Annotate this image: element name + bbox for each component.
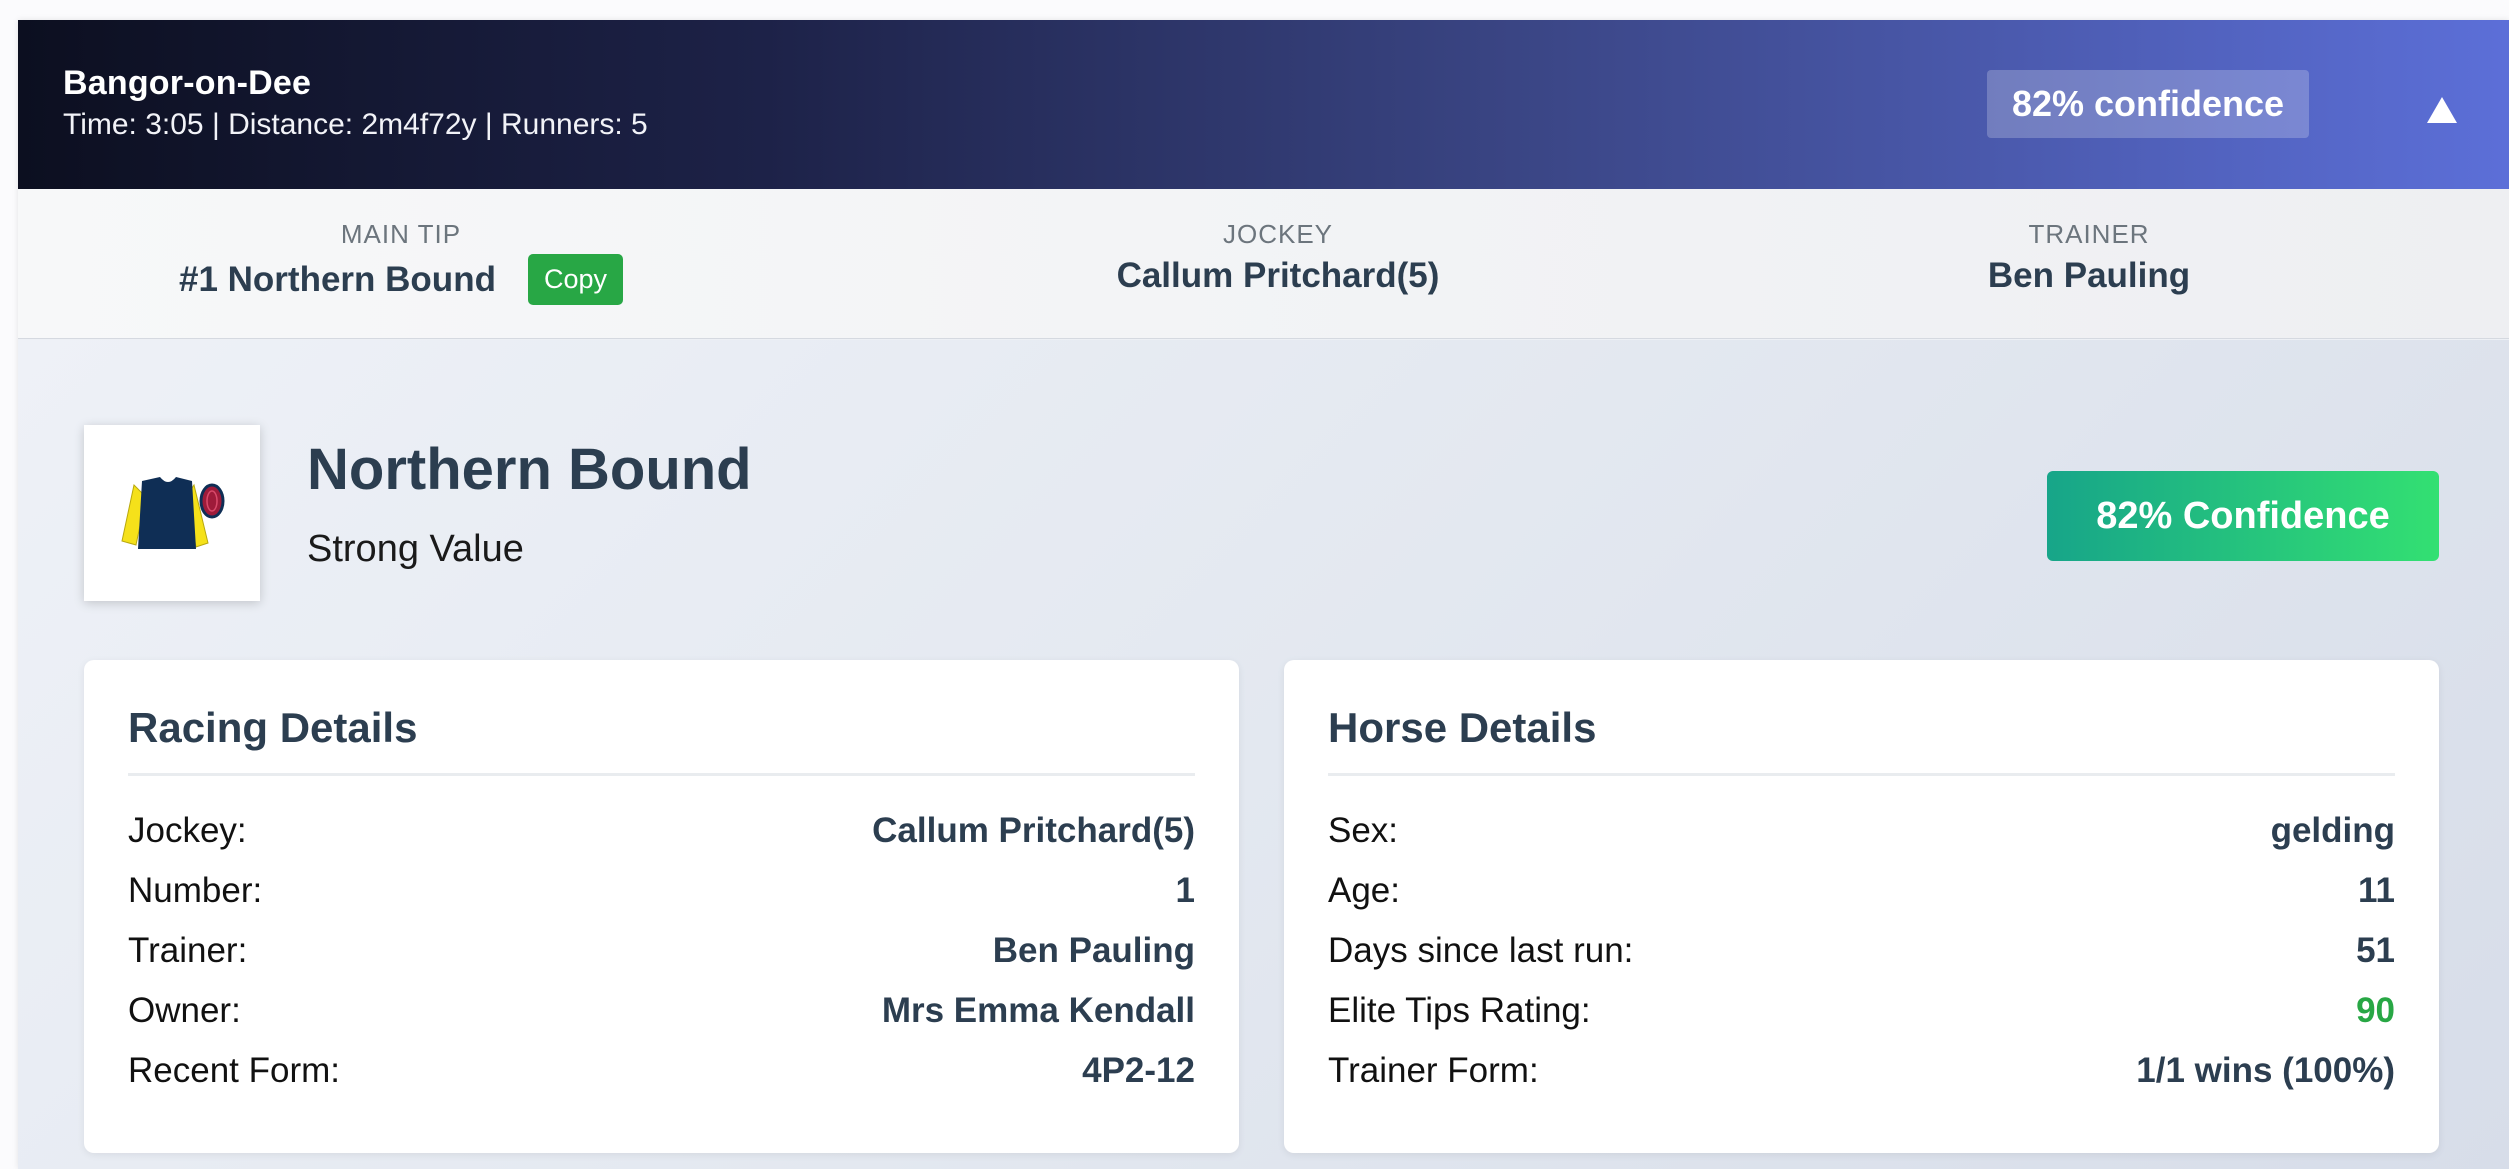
divider: [128, 773, 1195, 776]
trainer-summary: TRAINER Ben Pauling: [1824, 219, 2354, 296]
tip-detail-area: Northern Bound Strong Value 82% Confiden…: [18, 340, 2509, 1169]
horse-name: Northern Bound: [307, 437, 752, 502]
detail-value: 51: [2356, 931, 2395, 970]
racing-details-panel: Racing Details Jockey: Callum Pritchard(…: [84, 660, 1239, 1153]
detail-value: 1: [1175, 871, 1195, 910]
detail-label: Jockey:: [128, 811, 247, 850]
main-tip-summary: MAIN TIP #1 Northern Bound Copy: [151, 219, 651, 305]
detail-value: 1/1 wins (100%): [2136, 1051, 2395, 1090]
detail-row-trainer-form: Trainer Form: 1/1 wins (100%): [1328, 1046, 2395, 1096]
race-card: Bangor-on-Dee Time: 3:05 | Distance: 2m4…: [18, 20, 2509, 1169]
panel-title: Horse Details: [1328, 704, 1597, 751]
detail-label: Sex:: [1328, 811, 1399, 850]
jockey-label: JOCKEY: [1222, 219, 1334, 249]
detail-label: Number:: [128, 871, 263, 910]
detail-row-sex: Sex: gelding: [1328, 806, 2395, 856]
detail-row-days-since-last-run: Days since last run: 51: [1328, 926, 2395, 976]
jockey-summary: JOCKEY Callum Pritchard(5): [1013, 219, 1543, 296]
confidence-pill: 82% confidence: [1987, 70, 2309, 138]
main-tip-label: MAIN TIP: [340, 219, 462, 249]
detail-row-jockey: Jockey: Callum Pritchard(5): [128, 806, 1195, 856]
detail-row-age: Age: 11: [1328, 866, 2395, 916]
jockey-value: Callum Pritchard(5): [1116, 256, 1440, 295]
detail-label: Trainer Form:: [1328, 1051, 1539, 1090]
jockey-silk-icon: [121, 477, 225, 549]
confidence-badge: 82% Confidence: [2047, 471, 2439, 561]
rating-value: 90: [2356, 991, 2395, 1030]
detail-label: Owner:: [128, 991, 241, 1030]
main-tip-value: #1 Northern Bound: [179, 259, 496, 299]
detail-value: Callum Pritchard(5): [872, 811, 1195, 850]
trainer-label: TRAINER: [2028, 219, 2150, 249]
horse-tag: Strong Value: [307, 528, 524, 570]
collapse-toggle[interactable]: [2418, 92, 2466, 128]
detail-value: gelding: [2270, 811, 2395, 850]
detail-row-elite-tips-rating: Elite Tips Rating: 90: [1328, 986, 2395, 1036]
course-name: Bangor-on-Dee: [63, 64, 312, 102]
detail-row-number: Number: 1: [128, 866, 1195, 916]
horse-details-panel: Horse Details Sex: gelding Age: 11 Days …: [1284, 660, 2439, 1153]
detail-value: Mrs Emma Kendall: [881, 991, 1195, 1030]
race-meta: Time: 3:05 | Distance: 2m4f72y | Runners…: [63, 108, 648, 141]
detail-label: Age:: [1328, 871, 1400, 910]
detail-value: 11: [2358, 871, 2395, 910]
detail-label: Trainer:: [128, 931, 248, 970]
divider: [1328, 773, 2395, 776]
detail-value: 4P2-12: [1082, 1051, 1195, 1090]
trainer-value: Ben Pauling: [1987, 256, 2191, 295]
detail-value: Ben Pauling: [992, 931, 1195, 970]
detail-row-trainer: Trainer: Ben Pauling: [128, 926, 1195, 976]
copy-button[interactable]: Copy: [527, 254, 623, 305]
detail-label: Days since last run:: [1328, 931, 1634, 970]
detail-row-recent-form: Recent Form: 4P2-12: [128, 1046, 1195, 1096]
panel-title: Racing Details: [128, 704, 418, 751]
triangle-up-icon: [2427, 97, 2457, 123]
detail-label: Elite Tips Rating:: [1328, 991, 1591, 1030]
summary-bar: MAIN TIP #1 Northern Bound Copy JOCKEY C…: [18, 189, 2509, 339]
detail-label: Recent Form:: [128, 1051, 340, 1090]
race-header[interactable]: Bangor-on-Dee Time: 3:05 | Distance: 2m4…: [18, 20, 2509, 189]
detail-row-owner: Owner: Mrs Emma Kendall: [128, 986, 1195, 1036]
jockey-silk: [84, 425, 260, 601]
